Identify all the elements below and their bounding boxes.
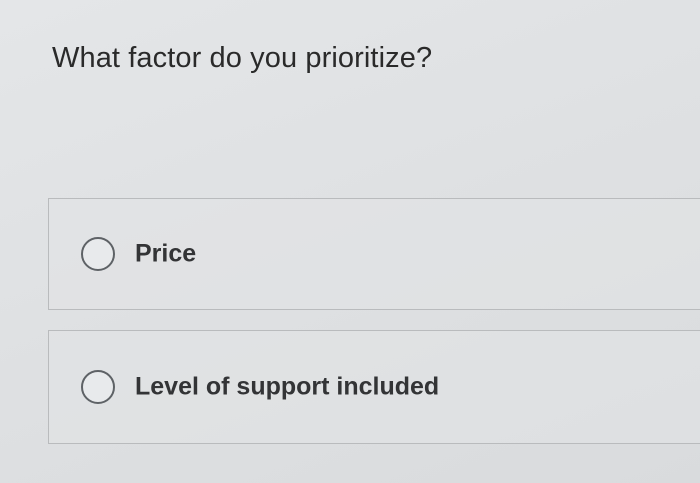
question-title: What factor do you prioritize? [52,42,433,74]
option-level-of-support-included[interactable]: Level of support included [48,330,700,444]
radio-unchecked-icon[interactable] [81,370,115,404]
option-price[interactable]: Price [48,198,700,310]
radio-unchecked-icon[interactable] [81,237,115,271]
option-label: Price [135,239,197,268]
answer-options: Price Level of support included [48,198,700,464]
option-label: Level of support included [135,372,440,401]
